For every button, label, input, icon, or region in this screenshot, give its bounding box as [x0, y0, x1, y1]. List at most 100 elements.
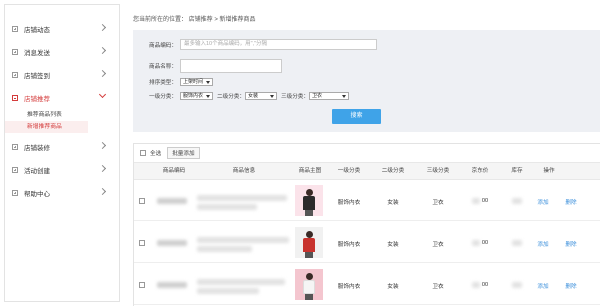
delete-link[interactable]: 删除 — [562, 198, 580, 206]
redacted-product-code — [157, 198, 187, 204]
sidebar-item-shop-recommend[interactable]: 店铺推荐 — [5, 86, 119, 109]
redacted-product-code — [157, 282, 187, 288]
product-name-input[interactable] — [180, 59, 282, 73]
collapse-minus-icon — [12, 94, 18, 101]
expand-plus-icon — [12, 25, 18, 32]
category3-cell: 卫衣 — [432, 284, 444, 290]
expand-plus-icon — [12, 48, 18, 55]
sidebar-item-label: 店铺动态 — [24, 26, 50, 34]
header-product-info: 商品信息 — [232, 168, 256, 174]
product-image — [295, 227, 323, 258]
chevron-right-icon — [98, 187, 107, 196]
delete-link[interactable]: 删除 — [562, 240, 580, 248]
product-image — [295, 185, 323, 216]
redacted-stock — [512, 198, 522, 204]
category2-cell: 女装 — [387, 284, 399, 290]
product-image — [295, 269, 323, 300]
product-code-label: 商品编码： — [149, 42, 177, 49]
category2-cell: 女装 — [387, 242, 399, 248]
redacted-product-info — [197, 279, 285, 285]
price-cell: 00 — [481, 282, 489, 288]
category1-label: 一级分类： — [149, 94, 177, 100]
sort-type-select[interactable]: 上架时间 — [180, 78, 214, 86]
table-toolbar: 全选 批量添加 — [134, 144, 600, 163]
chevron-right-icon — [98, 46, 107, 55]
filter-row-name: 商品名称： — [149, 59, 282, 73]
header-category2: 二级分类 — [381, 168, 405, 174]
add-link[interactable]: 添加 — [534, 282, 552, 290]
header-jd-price: 京东价 — [471, 168, 489, 174]
filter-row-code: 商品编码： 最多输入10个商品编码，用","分隔 — [149, 39, 377, 50]
header-category1: 一级分类 — [337, 168, 361, 174]
sidebar-item-help-center[interactable]: 帮助中心 — [5, 181, 119, 204]
sidebar-item-label: 店铺签到 — [24, 72, 50, 80]
redacted-product-info — [197, 195, 287, 201]
row-checkbox[interactable] — [139, 282, 145, 288]
row-checkbox[interactable] — [139, 198, 145, 204]
redacted-product-info — [197, 237, 289, 243]
select-all-checkbox[interactable] — [140, 150, 146, 156]
expand-plus-icon — [12, 143, 18, 150]
sidebar-subitem-recommend-list[interactable]: 推荐商品列表 — [5, 109, 119, 121]
category1-cell: 服饰内衣 — [337, 200, 361, 206]
table-row: 服饰内衣 女装 卫衣 00 添加 删除 — [134, 265, 600, 305]
filter-row-categories: 一级分类： 服饰内衣 二级分类： 女装 三级分类： 卫衣 — [149, 92, 352, 100]
category3-select[interactable]: 卫衣 — [308, 92, 349, 100]
product-name-label: 商品名称： — [149, 64, 177, 70]
row-checkbox[interactable] — [139, 240, 145, 246]
sidebar-item-label: 店铺推荐 — [24, 95, 50, 103]
sidebar-item-shop-news[interactable]: 店铺动态 — [5, 17, 119, 40]
sidebar-item-label: 消息发送 — [24, 49, 50, 57]
sort-type-label: 排序类型： — [149, 80, 177, 86]
sidebar-item-activity-create[interactable]: 活动创建 — [5, 158, 119, 181]
sidebar-item-shop-decoration[interactable]: 店铺装修 — [5, 135, 119, 158]
category3-cell: 卫衣 — [432, 242, 444, 248]
header-main-image: 商品主图 — [298, 168, 322, 174]
product-code-input[interactable]: 最多输入10个商品编码，用","分隔 — [180, 39, 377, 50]
sidebar-subitem-add-recommend[interactable]: 新增推荐商品 — [5, 121, 88, 133]
sidebar-item-label: 店铺装修 — [24, 144, 50, 152]
chevron-right-icon — [98, 69, 107, 78]
chevron-right-icon — [98, 164, 107, 173]
redacted-price — [472, 282, 480, 288]
sidebar-nav: 店铺动态 消息发送 店铺签到 店铺推荐 推荐商品列表 新增推荐商品 店铺装修 活… — [4, 4, 120, 302]
chevron-down-icon — [98, 90, 107, 99]
select-all-label: 全选 — [150, 151, 162, 157]
delete-link[interactable]: 删除 — [562, 282, 580, 290]
redacted-stock — [512, 282, 522, 288]
sidebar-item-message-send[interactable]: 消息发送 — [5, 40, 119, 63]
product-table: 全选 批量添加 商品编码 商品信息 商品主图 一级分类 二级分类 三级分类 京东… — [133, 143, 600, 306]
filter-row-sort: 排序类型： 上架时间 — [149, 78, 216, 86]
filter-panel: 商品编码： 最多输入10个商品编码，用","分隔 商品名称： 排序类型： 上架时… — [133, 30, 600, 132]
category3-label: 三级分类： — [281, 94, 309, 100]
expand-plus-icon — [12, 71, 18, 78]
redacted-product-info — [197, 204, 257, 210]
redacted-price — [472, 198, 480, 204]
redacted-stock — [512, 240, 522, 246]
sidebar-item-label: 帮助中心 — [24, 190, 50, 198]
header-stock: 库存 — [511, 168, 523, 174]
category3-cell: 卫衣 — [432, 200, 444, 206]
add-link[interactable]: 添加 — [534, 198, 552, 206]
category2-select[interactable]: 女装 — [245, 92, 277, 100]
table-row: 服饰内衣 女装 卫衣 00 添加 删除 — [134, 181, 600, 221]
category1-select[interactable]: 服饰内衣 — [180, 92, 214, 100]
category1-cell: 服饰内衣 — [337, 284, 361, 290]
expand-plus-icon — [12, 189, 18, 196]
search-button[interactable]: 搜索 — [332, 109, 381, 124]
header-actions: 操作 — [543, 168, 555, 174]
header-product-code: 商品编码 — [162, 168, 186, 174]
chevron-right-icon — [98, 23, 107, 32]
batch-add-button[interactable]: 批量添加 — [167, 147, 200, 159]
table-header: 商品编码 商品信息 商品主图 一级分类 二级分类 三级分类 京东价 库存 操作 — [134, 163, 600, 180]
add-link[interactable]: 添加 — [534, 240, 552, 248]
price-cell: 00 — [481, 240, 489, 246]
sidebar-item-shop-checkin[interactable]: 店铺签到 — [5, 63, 119, 86]
expand-plus-icon — [12, 166, 18, 173]
header-category3: 三级分类 — [426, 168, 450, 174]
category1-cell: 服饰内衣 — [337, 242, 361, 248]
redacted-product-info — [197, 288, 259, 294]
sidebar-item-label: 活动创建 — [24, 167, 50, 175]
category2-cell: 女装 — [387, 200, 399, 206]
redacted-product-info — [197, 246, 252, 252]
